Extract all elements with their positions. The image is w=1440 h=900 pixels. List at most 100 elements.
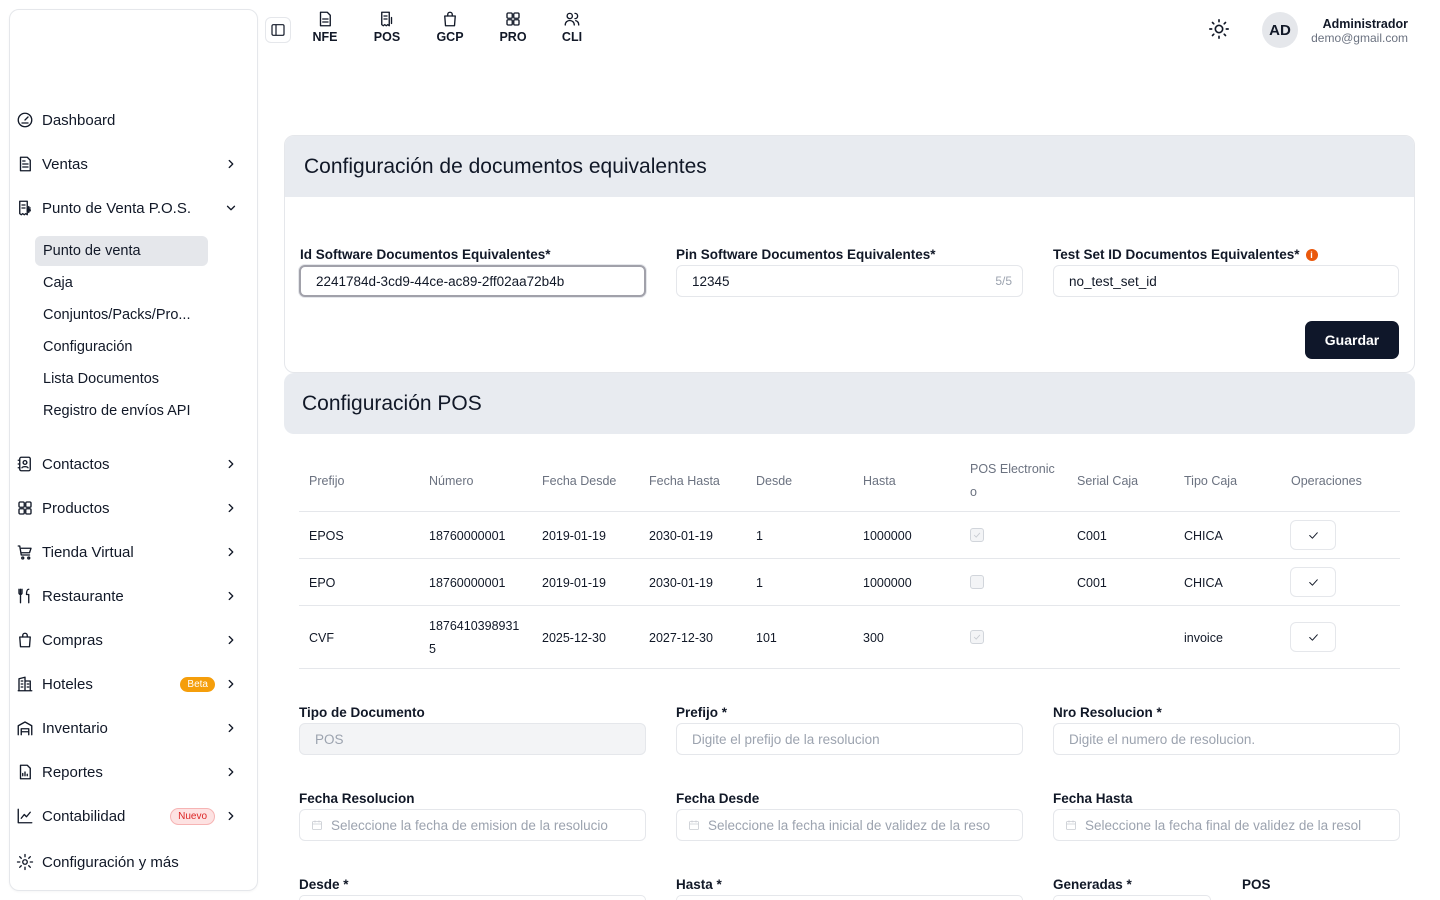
sidebar-item-inventario[interactable]: Inventario xyxy=(14,713,239,743)
hotel-icon xyxy=(14,673,36,695)
equiv-docs-title: Configuración de documentos equivalentes xyxy=(285,136,1414,197)
sidebar-item-contactos[interactable]: Contactos xyxy=(14,449,239,479)
theme-toggle-button[interactable] xyxy=(1208,18,1232,42)
submenu-caja[interactable]: Caja xyxy=(35,268,208,298)
panel-left-icon xyxy=(271,24,285,36)
hasta-input[interactable] xyxy=(676,895,1023,900)
cell-desde: 101 xyxy=(756,631,777,645)
chevron-right-icon xyxy=(223,764,239,780)
check-icon xyxy=(973,532,981,538)
sidebar-item-ventas[interactable]: Ventas xyxy=(14,149,239,179)
tipo-documento-select[interactable]: POS xyxy=(299,723,646,755)
shopping-bag-icon xyxy=(14,629,36,651)
chevron-right-icon xyxy=(223,456,239,472)
pos-electronico-checkbox[interactable] xyxy=(970,575,984,589)
check-icon xyxy=(1308,531,1318,539)
pin-char-count: 5/5 xyxy=(995,274,1012,288)
submenu-lista-documentos[interactable]: Lista Documentos xyxy=(35,364,208,394)
sidebar-item-restaurante[interactable]: Restaurante xyxy=(14,581,239,611)
row-divider xyxy=(299,668,1400,669)
sidebar-toggle-button[interactable] xyxy=(265,17,291,43)
cell-prefijo: EPOS xyxy=(309,529,344,543)
fecha-desde-input[interactable]: Seleccione la fecha inicial de validez d… xyxy=(676,809,1023,841)
topnav-gcp[interactable]: GCP xyxy=(428,10,472,44)
sidebar-item-hoteles[interactable]: Hoteles Beta xyxy=(14,669,239,699)
fecha-hasta-label: Fecha Hasta xyxy=(1053,791,1133,806)
sidebar-item-punto-de-venta[interactable]: Punto de Venta P.O.S. xyxy=(14,193,239,223)
topnav-pro[interactable]: PRO xyxy=(491,10,535,44)
generadas-input[interactable] xyxy=(1053,895,1211,900)
confirm-button[interactable] xyxy=(1290,622,1336,652)
user-name: Administrador xyxy=(1322,17,1408,31)
pos-electronico-checkbox[interactable] xyxy=(970,630,984,644)
col-desde: Desde xyxy=(756,474,793,488)
topnav-pos[interactable]: POS xyxy=(365,10,409,44)
beta-badge: Beta xyxy=(180,676,215,692)
sidebar-item-tienda-virtual[interactable]: Tienda Virtual xyxy=(14,537,239,567)
nro-resolucion-input[interactable]: Digite el numero de resolucion. xyxy=(1053,723,1400,755)
cell-prefijo: EPO xyxy=(309,576,336,590)
fecha-desde-label: Fecha Desde xyxy=(676,791,760,806)
submenu-configuracion[interactable]: Configuración xyxy=(35,332,208,362)
pin-label: Pin Software Documentos Equivalentes* xyxy=(676,247,936,262)
nuevo-badge: Nuevo xyxy=(170,807,215,825)
gear-icon xyxy=(14,851,36,873)
info-icon[interactable]: i xyxy=(1305,249,1318,261)
submenu-conjuntos[interactable]: Conjuntos/Packs/Pro... xyxy=(35,300,208,330)
fecha-hasta-input[interactable]: Seleccione la fecha final de validez de … xyxy=(1053,809,1400,841)
pin-input[interactable]: 12345 5/5 xyxy=(676,265,1023,297)
contacts-icon xyxy=(14,453,36,475)
nro-resolucion-label: Nro Resolucion * xyxy=(1053,705,1162,720)
sidebar-item-dashboard[interactable]: Dashboard xyxy=(14,105,239,135)
col-operaciones: Operaciones xyxy=(1291,474,1362,488)
cell-hasta: 300 xyxy=(863,631,884,645)
col-prefijo: Prefijo xyxy=(309,474,345,488)
pos-icon xyxy=(381,11,393,27)
row-divider xyxy=(299,605,1400,606)
submenu-registro-envios[interactable]: Registro de envíos API xyxy=(35,396,208,426)
sidebar-item-compras[interactable]: Compras xyxy=(14,625,239,655)
sidebar-item-productos[interactable]: Productos xyxy=(14,493,239,523)
software-id-input[interactable]: 2241784d-3cd9-44ce-ac89-2ff02aa72b4b xyxy=(299,265,646,297)
chevron-right-icon xyxy=(223,588,239,604)
grid-icon xyxy=(506,12,520,26)
cell-hasta: 1000000 xyxy=(863,529,912,543)
document-icon xyxy=(14,153,36,175)
calendar-icon xyxy=(1065,819,1077,831)
avatar[interactable]: AD xyxy=(1262,12,1298,48)
col-fecha-hasta: Fecha Hasta xyxy=(649,474,720,488)
topnav-nfe[interactable]: NFE xyxy=(303,10,347,44)
topnav-cli[interactable]: CLI xyxy=(550,10,594,44)
cell-tipo: CHICA xyxy=(1184,576,1223,590)
pos-receipt-icon xyxy=(14,197,36,219)
cell-fecha-desde: 2025-12-30 xyxy=(542,631,606,645)
users-icon xyxy=(564,12,580,26)
hasta-label: Hasta * xyxy=(676,877,722,892)
cell-desde: 1 xyxy=(756,529,763,543)
pos-config-title: Configuración POS xyxy=(284,373,1415,434)
test-set-input[interactable]: no_test_set_id xyxy=(1053,265,1399,297)
save-button[interactable]: Guardar xyxy=(1305,321,1399,359)
pos-electronico-checkbox[interactable] xyxy=(970,528,984,542)
cell-hasta: 1000000 xyxy=(863,576,912,590)
sidebar-item-configuracion[interactable]: Configuración y más xyxy=(14,847,239,877)
desde-input[interactable] xyxy=(299,895,646,900)
tipo-documento-label: Tipo de Documento xyxy=(299,705,425,720)
test-set-label: Test Set ID Documentos Equivalentes* i xyxy=(1053,247,1318,262)
sidebar-item-contabilidad[interactable]: Contabilidad Nuevo xyxy=(14,801,239,831)
sun-icon xyxy=(1209,19,1229,39)
cell-numero: 18760000001 xyxy=(429,576,506,590)
fecha-resolucion-label: Fecha Resolucion xyxy=(299,791,415,806)
cell-serial: C001 xyxy=(1077,576,1107,590)
cell-tipo: CHICA xyxy=(1184,529,1223,543)
sidebar-item-reportes[interactable]: Reportes xyxy=(14,757,239,787)
fecha-resolucion-input[interactable]: Seleccione la fecha de emision de la res… xyxy=(299,809,646,841)
prefijo-input[interactable]: Digite el prefijo de la resolucion xyxy=(676,723,1023,755)
submenu-punto-de-venta[interactable]: Punto de venta xyxy=(35,236,208,266)
warehouse-icon xyxy=(14,717,36,739)
confirm-button[interactable] xyxy=(1290,567,1336,597)
confirm-button[interactable] xyxy=(1290,520,1336,550)
col-pos-electronico: POS Electronic xyxy=(970,462,1055,476)
col-numero: Número xyxy=(429,474,474,488)
check-icon xyxy=(973,634,981,640)
